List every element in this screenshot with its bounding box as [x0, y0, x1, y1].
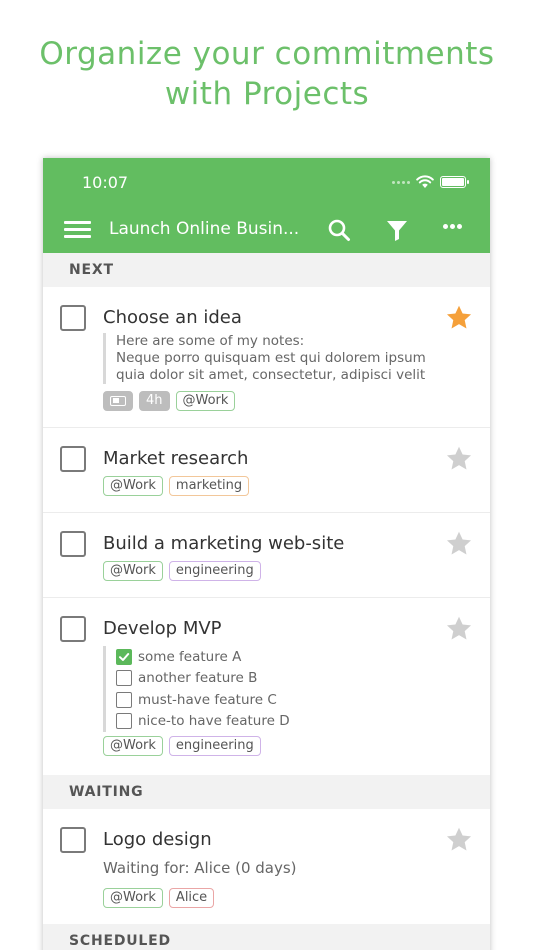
note-line: quia dolor sit amet, consectetur, adipis… [116, 367, 426, 383]
context-tag[interactable]: @Work [103, 736, 163, 756]
checklist-item[interactable]: nice-to have feature D [116, 711, 290, 733]
check-icon [119, 652, 130, 661]
task-item[interactable]: Build a marketing web-site @Work enginee… [43, 513, 490, 598]
duration-tag: 4h [139, 391, 170, 411]
area-tag[interactable]: marketing [168, 476, 250, 496]
task-checkbox[interactable] [60, 616, 86, 642]
status-time: 10:07 [82, 173, 129, 192]
battery-icon [440, 176, 469, 188]
task-checkbox[interactable] [60, 531, 86, 557]
signal-icon [392, 180, 410, 184]
section-scheduled: SCHEDULED [43, 924, 490, 950]
more-icon[interactable] [443, 224, 462, 229]
checklist-checkbox[interactable] [116, 670, 132, 687]
task-title: Develop MVP [103, 618, 222, 639]
star-icon[interactable] [445, 615, 473, 643]
note-line: Neque porro quisquam est qui dolorem ips… [116, 350, 426, 366]
task-checkbox[interactable] [60, 827, 86, 853]
context-tag[interactable]: @Work [103, 476, 163, 496]
context-tag[interactable]: @Work [175, 391, 236, 411]
section-waiting: WAITING [43, 775, 490, 809]
person-tag[interactable]: Alice [168, 888, 215, 908]
star-icon[interactable] [445, 826, 473, 854]
search-icon[interactable] [327, 218, 351, 242]
wifi-icon [416, 175, 434, 188]
task-item[interactable]: Market research @Work marketing [43, 428, 490, 513]
task-title: Market research [103, 448, 249, 469]
note-line: Here are some of my notes: [116, 333, 305, 349]
energy-icon [110, 396, 126, 406]
task-note: Here are some of my notes: Neque porro q… [103, 333, 426, 384]
task-title: Choose an idea [103, 307, 242, 328]
task-tags: @Work engineering [103, 736, 261, 756]
task-item[interactable]: Logo design Waiting for: Alice (0 days) … [43, 809, 490, 924]
task-title: Build a marketing web-site [103, 533, 345, 554]
menu-icon[interactable] [64, 221, 91, 238]
task-tags: @Work marketing [103, 476, 250, 496]
waiting-for-text: Waiting for: Alice (0 days) [103, 859, 297, 877]
promo-headline: Organize your commitments with Projects [0, 34, 534, 114]
phone-screen: 10:07 Launch Online Busin... NEXT Choose… [43, 158, 490, 950]
checklist-checkbox[interactable] [116, 648, 132, 665]
star-icon[interactable] [445, 445, 473, 473]
promo-line-1: Organize your commitments [39, 36, 495, 72]
section-next: NEXT [43, 253, 490, 287]
checklist-item[interactable]: must-have feature C [116, 689, 290, 711]
star-icon[interactable] [445, 530, 473, 558]
task-tags: @Work engineering [103, 561, 261, 581]
task-checkbox[interactable] [60, 446, 86, 472]
promo-line-2: with Projects [164, 76, 370, 112]
task-title: Logo design [103, 829, 212, 850]
checklist-checkbox[interactable] [116, 713, 132, 730]
energy-tag [103, 391, 133, 411]
app-bar: 10:07 Launch Online Busin... [43, 158, 490, 253]
filter-icon[interactable] [385, 218, 409, 242]
checklist-item[interactable]: another feature B [116, 668, 290, 690]
checklist: some feature A another feature B must-ha… [103, 646, 290, 732]
context-tag[interactable]: @Work [103, 888, 163, 908]
star-icon[interactable] [445, 304, 473, 332]
project-title: Launch Online Busin... [109, 219, 300, 239]
checklist-label: some feature A [138, 648, 242, 665]
task-tags: @Work Alice [103, 888, 215, 908]
task-item[interactable]: Choose an idea Here are some of my notes… [43, 287, 490, 428]
task-checkbox[interactable] [60, 305, 86, 331]
context-tag[interactable]: @Work [103, 561, 163, 581]
checklist-item[interactable]: some feature A [116, 646, 290, 668]
area-tag[interactable]: engineering [168, 561, 261, 581]
checklist-checkbox[interactable] [116, 691, 132, 708]
checklist-label: nice-to have feature D [138, 713, 290, 730]
task-tags: 4h @Work [103, 391, 236, 411]
area-tag[interactable]: engineering [168, 736, 261, 756]
checklist-label: must-have feature C [138, 691, 277, 708]
status-indicators [392, 175, 469, 189]
task-item[interactable]: Develop MVP some feature A another featu… [43, 598, 490, 775]
checklist-label: another feature B [138, 670, 258, 687]
